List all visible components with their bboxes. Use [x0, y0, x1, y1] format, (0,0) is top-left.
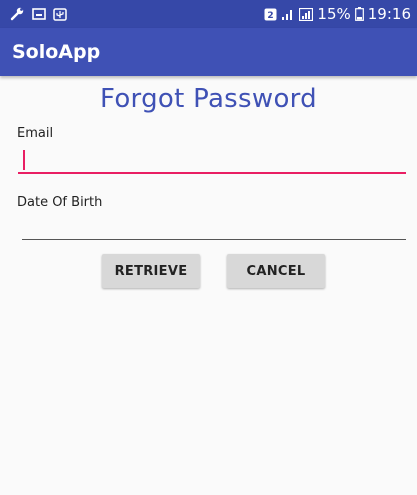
status-time: 19:16	[367, 5, 411, 23]
status-bar: 2 15% 19:16	[0, 0, 417, 28]
text-cursor	[23, 150, 25, 170]
status-left-icons	[10, 7, 67, 21]
app-bar: SoloApp	[0, 28, 417, 76]
app-title: SoloApp	[12, 41, 101, 63]
battery-percent: 15%	[317, 5, 351, 23]
sim-icon: 2	[264, 8, 277, 21]
email-field[interactable]	[18, 146, 406, 174]
screen-icon	[32, 8, 46, 20]
status-right-icons: 2 15% 19:16	[264, 5, 411, 23]
signal2-icon	[299, 7, 314, 21]
email-label: Email	[17, 126, 54, 141]
wrench-icon	[10, 7, 25, 21]
dob-label: Date Of Birth	[17, 195, 103, 210]
battery-icon	[354, 7, 364, 21]
cancel-button[interactable]: CANCEL	[227, 254, 325, 288]
signal-icon	[281, 8, 295, 21]
page-title: Forgot Password	[100, 84, 317, 114]
retrieve-button[interactable]: RETRIEVE	[102, 254, 200, 288]
usb-icon	[53, 7, 67, 21]
dob-field[interactable]	[22, 212, 406, 240]
svg-text:2: 2	[268, 11, 274, 21]
